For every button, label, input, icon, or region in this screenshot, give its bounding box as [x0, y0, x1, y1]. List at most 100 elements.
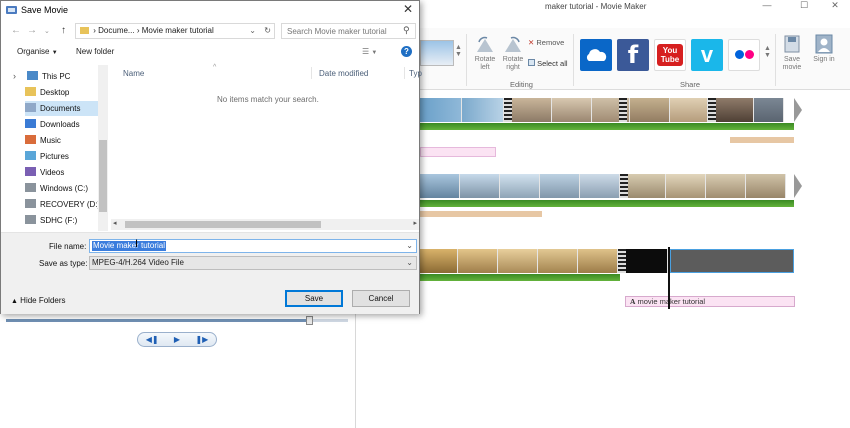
storyboard-clip-1[interactable]: [420, 98, 802, 122]
save-button[interactable]: Save: [285, 290, 343, 307]
next-frame-icon[interactable]: ❚▶: [195, 335, 208, 344]
audio-track[interactable]: [420, 274, 620, 281]
breadcrumb-current-folder[interactable]: Movie maker tutorial: [142, 26, 214, 35]
caption-clip[interactable]: [420, 147, 496, 157]
up-icon[interactable]: ↑: [61, 25, 66, 36]
navigation-scroll-thumb[interactable]: [99, 140, 107, 212]
clip-thumbnail: [420, 98, 462, 122]
nav-item-label: Pictures: [40, 152, 69, 161]
hide-folders-button[interactable]: ▲ Hide Folders: [11, 296, 66, 305]
column-divider[interactable]: [311, 67, 312, 79]
navigation-scrollbar[interactable]: [98, 65, 108, 231]
column-header-date-modified[interactable]: Date modified: [319, 69, 368, 78]
youtube-icon: You Tube: [657, 44, 683, 66]
cancel-button[interactable]: Cancel: [352, 290, 410, 307]
nav-item-desktop[interactable]: Desktop: [25, 85, 107, 100]
nav-item-label: Music: [40, 136, 61, 145]
save-as-type-label: Save as type:: [39, 259, 88, 268]
save-as-type-select[interactable]: MPEG-4/H.264 Video File ⌄: [89, 256, 417, 270]
column-header-name[interactable]: Name: [123, 69, 144, 78]
nav-item-videos[interactable]: Videos: [25, 165, 107, 180]
storyboard-clip-3[interactable]: [420, 249, 796, 273]
organise-label: Organise: [17, 47, 50, 56]
back-icon[interactable]: ←: [11, 25, 21, 36]
scroll-right-icon[interactable]: ▸: [413, 219, 417, 227]
horizontal-scroll-thumb[interactable]: [125, 221, 321, 228]
rotate-left-icon: [477, 36, 493, 52]
forward-icon[interactable]: →: [27, 25, 37, 36]
seek-bar[interactable]: [6, 316, 348, 325]
rotate-right-button[interactable]: Rotate right: [498, 36, 528, 72]
column-header-type[interactable]: Typ: [409, 69, 422, 78]
file-name-label: File name:: [49, 242, 87, 251]
play-icon[interactable]: ▶: [174, 335, 180, 344]
select-all-button[interactable]: Select all: [528, 59, 568, 68]
nav-item-windows-c[interactable]: Windows (C:): [25, 181, 107, 196]
dialog-title: Save Movie: [21, 5, 69, 15]
minimize-button[interactable]: —: [760, 0, 774, 10]
ribbon-separator: [466, 34, 467, 86]
nav-item-sdhc-f[interactable]: SDHC (F:): [25, 213, 107, 228]
playhead[interactable]: [668, 247, 670, 309]
sign-in-label: Sign in: [813, 56, 835, 63]
ribbon: ▲ ▼ Rotate left Rotate right ✕ Remove Sel…: [418, 28, 850, 90]
previous-frame-icon[interactable]: ◀❚: [146, 335, 159, 344]
expand-chevron-icon[interactable]: ›: [13, 71, 16, 81]
clip-thumbnail: [580, 174, 620, 198]
sign-in-button[interactable]: Sign in: [810, 34, 838, 64]
help-icon[interactable]: ?: [401, 46, 412, 57]
dialog-titlebar: Save Movie ✕: [1, 1, 419, 19]
recent-locations-icon[interactable]: ⌄: [44, 27, 50, 35]
nav-item-recovery-d[interactable]: RECOVERY (D:): [25, 197, 107, 212]
nav-item-label: Videos: [40, 168, 65, 177]
narration-track[interactable]: [730, 137, 794, 143]
share-group-label: Share: [680, 80, 701, 89]
folder-icon: [80, 27, 89, 34]
organise-button[interactable]: Organise ▼: [17, 47, 58, 56]
nav-item-label: Documents: [40, 104, 81, 113]
maximize-button[interactable]: ☐: [797, 0, 811, 11]
flickr-button[interactable]: [728, 39, 760, 71]
rotate-left-button[interactable]: Rotate left: [470, 36, 500, 72]
breadcrumb-documents[interactable]: Docume...: [98, 26, 134, 35]
narration-track[interactable]: [420, 211, 542, 217]
facebook-button[interactable]: f: [617, 39, 649, 71]
rotate-left-label: Rotate left: [474, 56, 496, 71]
new-folder-button[interactable]: New folder: [76, 47, 114, 56]
refresh-icon[interactable]: ↻: [264, 24, 271, 38]
chevron-down-icon: ⌄: [406, 258, 413, 267]
column-divider[interactable]: [404, 67, 405, 79]
share-more-icon[interactable]: ▲ ▼: [764, 45, 771, 59]
address-dropdown-icon[interactable]: ⌄: [249, 24, 256, 38]
storyboard-clip-2[interactable]: [420, 174, 802, 198]
documents-icon: [25, 103, 36, 112]
nav-item-documents[interactable]: Documents: [25, 101, 107, 116]
nav-item-pictures[interactable]: Pictures: [25, 149, 107, 164]
gallery-more-icon[interactable]: ▲ ▼: [455, 44, 462, 58]
chevron-down-icon: ▼: [51, 50, 58, 56]
search-input[interactable]: [281, 23, 416, 39]
clip-thumbnail: [420, 174, 460, 198]
seek-thumb[interactable]: [306, 316, 313, 325]
rotate-right-label: Rotate right: [502, 56, 524, 71]
save-movie-button[interactable]: Save movie: [777, 34, 807, 72]
remove-button[interactable]: ✕ Remove: [528, 39, 564, 47]
youtube-button[interactable]: You Tube: [654, 39, 686, 71]
address-bar[interactable]: › Docume... › Movie maker tutorial ⌄ ↻: [75, 23, 275, 39]
file-name-dropdown-icon[interactable]: ⌄: [406, 240, 413, 252]
horizontal-scrollbar[interactable]: ◂ ▸: [111, 219, 419, 230]
nav-item-downloads[interactable]: Downloads: [25, 117, 107, 132]
close-button[interactable]: ✕: [828, 0, 842, 11]
close-icon[interactable]: ✕: [403, 2, 413, 16]
audio-track[interactable]: [420, 123, 794, 130]
audio-track[interactable]: [420, 200, 794, 207]
theme-thumbnail[interactable]: [420, 40, 454, 66]
scroll-left-icon[interactable]: ◂: [113, 219, 117, 227]
onedrive-button[interactable]: [580, 39, 612, 71]
caption-clip[interactable]: A movie maker tutorial: [625, 296, 795, 307]
nav-item-music[interactable]: Music: [25, 133, 107, 148]
view-options-icon[interactable]: ☰ ▼: [362, 47, 377, 56]
text-cursor-icon: I: [135, 238, 139, 250]
vimeo-button[interactable]: v: [691, 39, 723, 71]
nav-item-this-pc[interactable]: This PC: [27, 69, 109, 84]
